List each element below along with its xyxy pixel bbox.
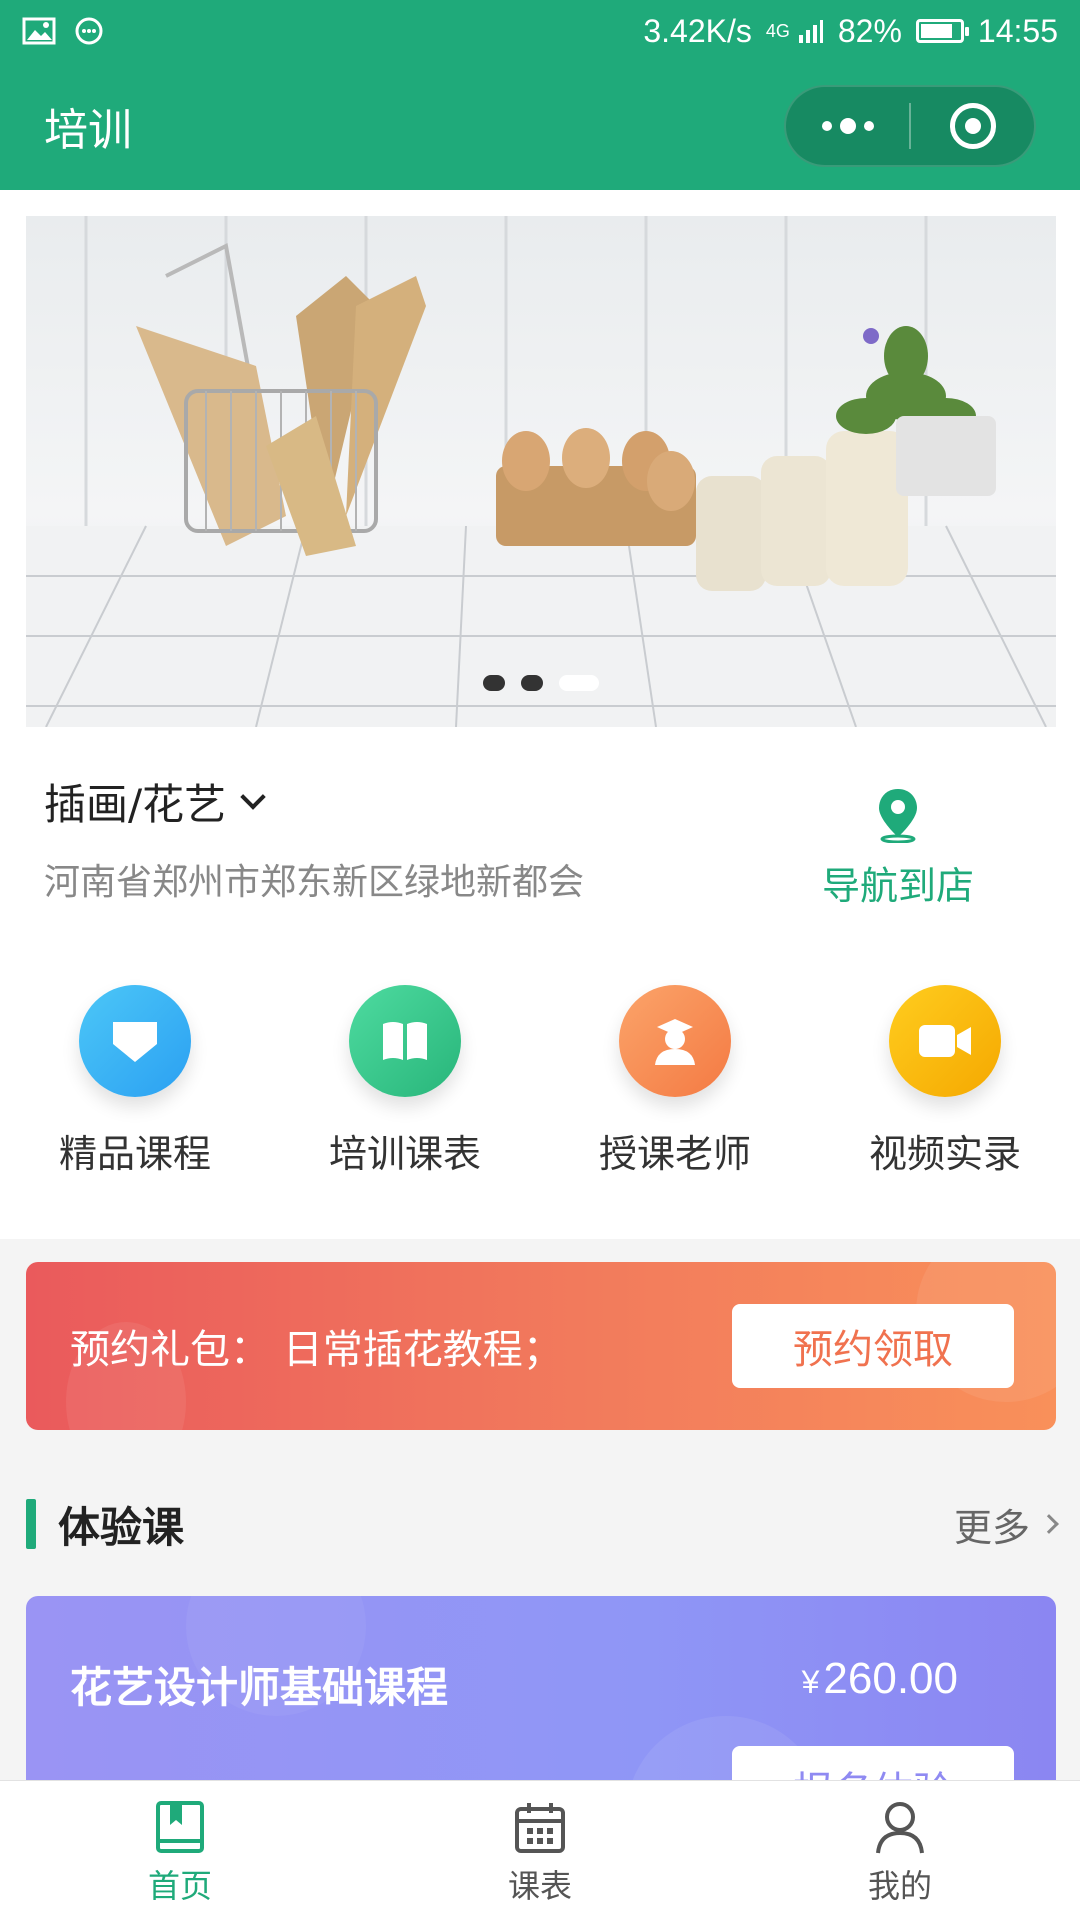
battery-fill bbox=[920, 24, 953, 38]
diamond-icon bbox=[79, 985, 191, 1097]
feature-label: 培训课表 bbox=[328, 1132, 481, 1176]
more-label: 更多 bbox=[953, 1505, 1030, 1550]
chevron-down-icon bbox=[240, 783, 266, 810]
banner-carousel[interactable] bbox=[26, 216, 1056, 727]
status-right: 3.42K/s 4G 82% 14:55 bbox=[643, 13, 1058, 50]
user-icon bbox=[876, 1802, 924, 1854]
pager-dot bbox=[559, 675, 599, 691]
price-value: 260.00 bbox=[823, 1654, 958, 1703]
tab-label: 课表 bbox=[507, 1867, 572, 1905]
clock: 14:55 bbox=[977, 12, 1058, 49]
status-left bbox=[22, 16, 104, 46]
feature-grid: 精品课程 培训课表 授课老师 视频实录 bbox=[0, 985, 1080, 1178]
chevron-right-icon bbox=[1039, 1514, 1059, 1534]
more-link[interactable]: 更多 bbox=[953, 1497, 1059, 1552]
tab-schedule[interactable]: 课表 bbox=[360, 1781, 720, 1920]
feature-premium-courses[interactable]: 精品课程 bbox=[0, 985, 270, 1178]
banner-area bbox=[0, 190, 1080, 727]
section-accent-bar bbox=[26, 1499, 36, 1549]
store-address: 河南省郑州市郑东新区绿地新都会 bbox=[44, 862, 585, 903]
claim-gift-button[interactable]: 预约领取 bbox=[732, 1304, 1014, 1388]
signal-icon bbox=[798, 18, 824, 44]
store-info: 插画/花艺 河南省郑州市郑东新区绿地新都会 导航到店 精品课程 培训课表 授课老… bbox=[0, 727, 1080, 1239]
navigate-to-store-button[interactable]: 导航到店 bbox=[800, 787, 996, 910]
course-title: 花艺设计师基础课程 bbox=[70, 1663, 449, 1712]
promo-text: 预约礼包： 日常插花教程； bbox=[70, 1327, 563, 1373]
status-bar: 3.42K/s 4G 82% 14:55 bbox=[0, 0, 1080, 62]
network-type: 4G bbox=[765, 20, 790, 41]
navigate-label: 导航到店 bbox=[821, 864, 974, 908]
battery-icon bbox=[915, 19, 969, 43]
tab-mine[interactable]: 我的 bbox=[720, 1781, 1080, 1920]
home-book-icon bbox=[156, 1801, 204, 1853]
page-title: 培训 bbox=[44, 105, 132, 156]
close-button[interactable] bbox=[911, 87, 1034, 165]
network-speed: 3.42K/s bbox=[643, 12, 752, 49]
feature-label: 视频实录 bbox=[868, 1132, 1021, 1176]
section-header: 体验课 更多 bbox=[26, 1494, 1059, 1554]
banner-pager bbox=[26, 675, 1056, 691]
store-selector[interactable]: 插画/花艺 bbox=[44, 771, 266, 832]
feature-label: 授课老师 bbox=[598, 1132, 751, 1176]
section-title: 体验课 bbox=[58, 1502, 185, 1552]
nav-bar: 培训 bbox=[0, 62, 1080, 190]
store-name: 插画/花艺 bbox=[44, 780, 227, 829]
tab-label: 首页 bbox=[147, 1867, 212, 1905]
target-circle-icon bbox=[949, 103, 996, 149]
video-camera-icon bbox=[889, 985, 1001, 1097]
currency-symbol: ¥ bbox=[801, 1664, 820, 1700]
book-icon bbox=[349, 985, 461, 1097]
feature-teachers[interactable]: 授课老师 bbox=[540, 985, 810, 1178]
chat-bubble-icon bbox=[74, 16, 104, 46]
mini-program-capsule bbox=[784, 85, 1036, 167]
promo-banner: 预约礼包： 日常插花教程； 预约领取 bbox=[26, 1262, 1056, 1430]
teacher-icon bbox=[619, 985, 731, 1097]
more-dots-icon bbox=[821, 118, 874, 134]
feature-training-schedule[interactable]: 培训课表 bbox=[270, 985, 540, 1178]
location-pin-icon bbox=[879, 789, 917, 843]
image-icon bbox=[22, 17, 56, 45]
feature-video-records[interactable]: 视频实录 bbox=[810, 985, 1080, 1178]
pager-dot bbox=[521, 675, 543, 691]
pager-dot bbox=[483, 675, 505, 691]
calendar-icon bbox=[515, 1803, 565, 1853]
battery-percent: 82% bbox=[837, 12, 902, 49]
feature-label: 精品课程 bbox=[58, 1132, 211, 1176]
course-price: ¥260.00 bbox=[802, 1654, 958, 1704]
tab-bar: 首页 课表 我的 bbox=[0, 1780, 1080, 1920]
tab-home[interactable]: 首页 bbox=[0, 1781, 360, 1920]
banner-image bbox=[26, 216, 1056, 727]
more-button[interactable] bbox=[786, 87, 909, 165]
tab-label: 我的 bbox=[867, 1867, 932, 1905]
